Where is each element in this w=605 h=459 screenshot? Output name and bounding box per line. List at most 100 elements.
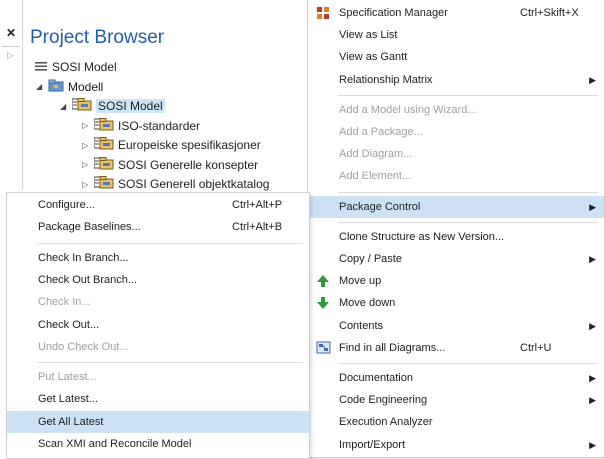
- menu-item-view-as-list[interactable]: View as List: [308, 24, 604, 46]
- menu-item-code-engineering[interactable]: Code Engineering ▶: [308, 389, 604, 411]
- close-icon[interactable]: ✕: [6, 26, 16, 40]
- menu-item-label: Documentation: [339, 372, 413, 384]
- package-icon: [93, 117, 114, 136]
- tree-node-label: ISO-standarder: [118, 118, 201, 133]
- menu-item-label: Check In Branch...: [38, 251, 129, 264]
- menu-item-configure[interactable]: Configure... Ctrl+Alt+P: [7, 194, 309, 216]
- menu-item-label: Specification Manager: [339, 7, 448, 19]
- menu-item-contents[interactable]: Contents ▶: [308, 315, 604, 337]
- menu-item-package-control[interactable]: Package Control ▶: [308, 195, 604, 218]
- tree-node[interactable]: ▷ SOSI Generell objektkatalog: [82, 175, 269, 193]
- submenu-arrow-icon: ▶: [589, 201, 596, 212]
- tree-node[interactable]: ◢ Modell: [36, 78, 103, 96]
- menu-item-label: Configure...: [38, 199, 95, 211]
- tree-node[interactable]: ▷ Europeiske spesifikasjoner: [82, 136, 261, 154]
- hamburger-icon: [34, 59, 48, 77]
- menu-item-check-in: Check In...: [7, 291, 309, 313]
- tree-node-label: SOSI Generell objektkatalog: [118, 177, 270, 191]
- tree-node-label: SOSI Generelle konsepter: [118, 157, 259, 172]
- find-diagrams-icon: [316, 341, 331, 355]
- tree-node-label: SOSI Model: [52, 60, 117, 74]
- menu-item-put-latest: Put Latest...: [7, 366, 309, 388]
- menu-item-add-a-package: Add a Package...: [308, 121, 604, 143]
- menu-item-copy-paste[interactable]: Copy / Paste ▶: [308, 248, 604, 270]
- menu-item-scan-xmi-and-reconcile-model[interactable]: Scan XMI and Reconcile Model: [7, 433, 309, 455]
- divider: [2, 46, 20, 47]
- context-menu: Specification Manager Ctrl+Skift+X View as…: [307, 0, 605, 458]
- menu-item-check-out-branch[interactable]: Check Out Branch...: [7, 269, 309, 291]
- menu-item-label: Check Out Branch...: [38, 273, 138, 286]
- menu-item-label: Package Baselines...: [38, 221, 141, 234]
- submenu-arrow-icon: ▶: [589, 254, 596, 264]
- menu-item-label: View as List: [339, 29, 398, 42]
- menu-item-move-down[interactable]: Move down: [308, 292, 604, 314]
- menu-item-check-out[interactable]: Check Out...: [7, 314, 309, 336]
- menu-separator: [338, 191, 598, 193]
- expand-triangle-icon[interactable]: ◢: [36, 78, 48, 96]
- page-title: Project Browser: [30, 27, 165, 48]
- menu-item-find-in-all-diagrams[interactable]: Find in all Diagrams... Ctrl+U: [308, 337, 604, 359]
- collapse-triangle-icon[interactable]: ▷: [82, 137, 94, 155]
- menu-item-label: Package Control: [339, 200, 421, 213]
- chevron-right-icon[interactable]: ▷: [7, 50, 14, 61]
- tree-node-label: Europeiske spesifikasjoner: [118, 138, 261, 152]
- arrow-up-icon: [316, 274, 330, 288]
- menu-separator: [338, 221, 598, 223]
- collapse-triangle-icon[interactable]: ▷: [82, 117, 94, 135]
- shortcut-label: Ctrl+Skift+X: [520, 7, 579, 19]
- submenu-arrow-icon: ▶: [589, 320, 596, 331]
- menu-item-label: Add Element...: [339, 170, 412, 183]
- menu-item-view-as-gantt[interactable]: View as Gantt: [308, 46, 604, 68]
- menu-item-relationship-matrix[interactable]: Relationship Matrix ▶: [308, 69, 604, 91]
- menu-item-label: Move down: [339, 297, 396, 310]
- menu-item-label: Find in all Diagrams...: [339, 341, 446, 354]
- menu-item-import-export[interactable]: Import/Export ▶: [308, 434, 604, 456]
- arrow-down-icon: [316, 296, 330, 310]
- menu-separator: [37, 362, 303, 364]
- menu-item-label: Relationship Matrix: [339, 73, 433, 86]
- menu-item-move-up[interactable]: Move up: [308, 270, 604, 292]
- menu-item-add-a-model-using-wizard: Add a Model using Wizard...: [308, 99, 604, 121]
- submenu-arrow-icon: ▶: [589, 74, 596, 85]
- package-icon: [71, 97, 92, 116]
- package-control-submenu: Configure... Ctrl+Alt+P Package Baselines.…: [6, 192, 310, 459]
- tree-node[interactable]: ▷ ISO-standarder: [82, 117, 200, 135]
- menu-item-check-in-branch[interactable]: Check In Branch...: [7, 247, 309, 269]
- tree-node[interactable]: ◢ SOSI Model: [60, 97, 165, 115]
- menu-item-documentation[interactable]: Documentation ▶: [308, 367, 604, 389]
- tree-node-label: Modell: [68, 79, 104, 94]
- submenu-arrow-icon: ▶: [589, 373, 596, 383]
- menu-item-label: Check In...: [38, 296, 91, 309]
- menu-item-get-latest[interactable]: Get Latest...: [7, 388, 309, 410]
- left-panel-strip: ✕ ▷: [0, 0, 23, 190]
- menu-item-specification-manager[interactable]: Specification Manager Ctrl+Skift+X: [308, 2, 604, 24]
- menu-item-execution-analyzer[interactable]: Execution Analyzer: [308, 411, 604, 433]
- menu-item-label: Code Engineering: [339, 394, 428, 407]
- expand-triangle-icon[interactable]: ◢: [60, 98, 72, 116]
- menu-item-label: Get All Latest: [38, 415, 104, 428]
- menu-item-get-all-latest[interactable]: Get All Latest: [7, 410, 309, 433]
- menu-item-label: Import/Export: [339, 438, 406, 451]
- menu-item-label: Clone Structure as New Version...: [339, 230, 505, 243]
- menu-separator: [338, 363, 598, 364]
- tree-node[interactable]: SOSI Model: [34, 58, 117, 76]
- menu-separator: [338, 94, 598, 96]
- tree-node[interactable]: ▷ SOSI Generelle konsepter: [82, 156, 258, 174]
- collapse-triangle-icon[interactable]: ▷: [82, 156, 94, 174]
- menu-item-label: Copy / Paste: [339, 253, 402, 265]
- menu-item-clone-structure-as-new-version[interactable]: Clone Structure as New Version...: [308, 226, 604, 248]
- submenu-arrow-icon: ▶: [589, 395, 596, 406]
- menu-item-label: Get Latest...: [38, 393, 98, 406]
- menu-item-package-baselines[interactable]: Package Baselines... Ctrl+Alt+B: [7, 216, 309, 238]
- menu-item-undo-check-out: Undo Check Out...: [7, 336, 309, 358]
- specification-manager-icon: [316, 6, 330, 20]
- menu-item-label: Add a Package...: [339, 126, 423, 138]
- package-icon: [93, 156, 114, 175]
- shortcut-label: Ctrl+Alt+B: [232, 221, 283, 234]
- menu-item-add-element: Add Element...: [308, 165, 604, 187]
- model-folder-icon: [48, 78, 64, 97]
- menu-item-label: Scan XMI and Reconcile Model: [38, 438, 192, 450]
- menu-item-label: Move up: [339, 275, 382, 288]
- menu-item-label: Add Diagram...: [339, 148, 413, 161]
- menu-separator: [37, 242, 303, 244]
